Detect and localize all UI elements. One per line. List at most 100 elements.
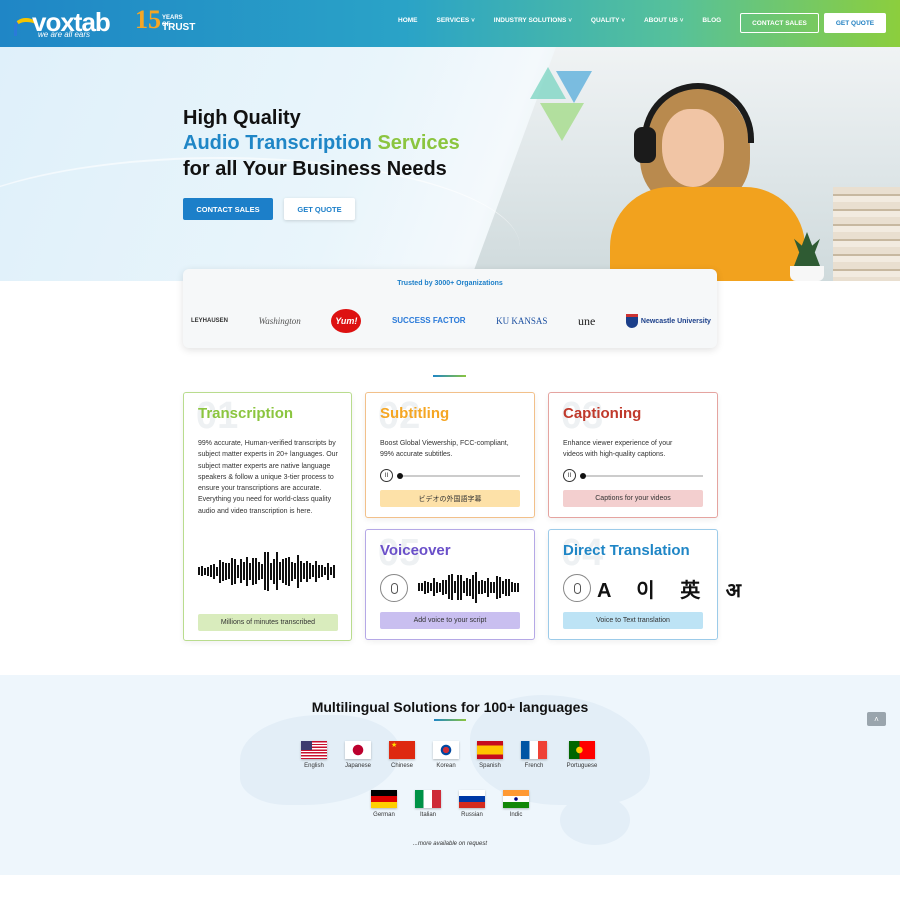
hero-woman-headphones-image <box>610 83 805 281</box>
card-tag: ビデオの外国語字幕 <box>380 490 520 507</box>
portugal-flag-icon <box>569 741 595 759</box>
progress-handle[interactable] <box>580 473 586 479</box>
main-menu: HOME SERVICES ˅ INDUSTRY SOLUTIONS ˅ QUALI… <box>398 17 740 24</box>
card-title: Transcription <box>198 405 294 422</box>
books-image <box>833 187 900 281</box>
scroll-to-top-button[interactable]: ˄ <box>867 712 886 726</box>
hero-get-quote-button[interactable]: GET QUOTE <box>284 198 355 220</box>
section-divider <box>434 719 466 721</box>
top-navbar: voxtab we are all ears 15 YEARS OF TRUST… <box>0 0 900 47</box>
trusted-organizations-panel: Trusted by 3000+ Organizations LEYHAUSEN… <box>183 269 717 348</box>
multilingual-title: Multilingual Solutions for 100+ language… <box>311 699 589 715</box>
china-flag-icon: ★ <box>389 741 415 759</box>
more-languages-note: ...more available on request <box>412 841 488 847</box>
chevron-up-icon: ˄ <box>874 714 879 724</box>
language-chinese: ★ Chinese <box>389 741 415 769</box>
microphone-icon <box>380 574 408 602</box>
hero-heading-highlight-green: Services <box>377 132 460 154</box>
voxtab-logo[interactable]: voxtab we are all ears <box>14 7 119 39</box>
service-card-direct-translation[interactable]: 04 Direct Translation A 이 英 अ Voice to T… <box>548 529 741 640</box>
france-flag-icon <box>521 741 547 759</box>
pause-icon[interactable]: II <box>380 469 393 482</box>
card-tag: Captions for your videos <box>563 490 703 507</box>
progress-handle[interactable] <box>397 473 403 479</box>
germany-flag-icon <box>371 790 397 808</box>
org-logo-une: une <box>578 313 596 328</box>
org-logo-yum: Yum! <box>331 309 362 333</box>
india-flag-icon <box>503 790 529 808</box>
audio-waveform-icon <box>198 551 335 591</box>
language-portuguese: Portuguese <box>562 741 602 769</box>
card-tag: Voice to Text translation <box>563 612 703 629</box>
chevron-down-icon: ˅ <box>471 18 475 24</box>
nav-get-quote-button[interactable]: GET QUOTE <box>824 13 886 33</box>
decor-triangle <box>540 103 584 141</box>
pause-icon[interactable]: II <box>563 469 576 482</box>
hero-contact-sales-button[interactable]: CONTACT SALES <box>183 198 273 220</box>
language-german: German <box>364 790 404 818</box>
card-title: Direct Translation <box>563 542 690 559</box>
section-divider <box>433 375 466 377</box>
hero-heading-line3: for all Your Business Needs <box>183 158 447 180</box>
spain-flag-icon <box>477 741 503 759</box>
audio-waveform-icon <box>418 570 519 604</box>
hero-heading-highlight: Audio Transcription <box>183 132 372 154</box>
hero-heading-line1: High Quality <box>183 107 301 129</box>
nav-industry-solutions[interactable]: INDUSTRY SOLUTIONS ˅ <box>494 17 572 24</box>
language-russian: Russian <box>452 790 492 818</box>
service-card-voiceover[interactable]: 05 Voiceover Add voice to your script <box>365 529 535 640</box>
progress-track[interactable] <box>402 475 520 477</box>
world-map-background <box>560 795 630 845</box>
decor-triangle <box>556 71 592 103</box>
nav-about-us[interactable]: ABOUT US ˅ <box>644 17 683 24</box>
card-title: Subtitling <box>380 405 450 422</box>
video-player-control[interactable]: II <box>380 469 520 483</box>
language-korean: Korean <box>426 741 466 769</box>
italy-flag-icon <box>415 790 441 808</box>
hero-section: High Quality Audio Transcription Service… <box>0 47 900 281</box>
years-of-trust-badge: 15 YEARS OF TRUST <box>135 5 195 37</box>
chevron-down-icon: ˅ <box>568 18 572 24</box>
service-card-transcription[interactable]: 01 Transcription 99% accurate, Human-ver… <box>183 392 352 641</box>
nav-blog[interactable]: BLOG <box>702 17 721 24</box>
service-card-subtitling[interactable]: 02 Subtitling Boost Global Viewership, F… <box>365 392 535 518</box>
korea-flag-icon <box>433 741 459 759</box>
card-description: Enhance viewer experience of your videos… <box>563 440 673 459</box>
hero-heading-line2: Audio Transcription Services <box>183 132 460 155</box>
language-indic: Indic <box>496 790 536 818</box>
org-logos: LEYHAUSEN Washington Yum! SUCCESS FACTOR… <box>191 306 711 336</box>
chevron-down-icon: ˅ <box>679 18 684 24</box>
card-title: Captioning <box>563 405 642 422</box>
video-player-control[interactable]: II <box>563 469 703 483</box>
org-logo-leyhausen: LEYHAUSEN <box>191 317 229 324</box>
nav-contact-sales-button[interactable]: CONTACT SALES <box>740 13 819 33</box>
nav-services[interactable]: SERVICES ˅ <box>437 17 475 24</box>
japan-flag-icon <box>345 741 371 759</box>
language-glyphs: A 이 英 अ <box>597 580 752 602</box>
language-spanish: Spanish <box>470 741 510 769</box>
card-tag: Millions of minutes transcribed <box>198 614 338 631</box>
badge-trust-label: TRUST <box>162 22 196 33</box>
language-english: English <box>294 741 334 769</box>
multilingual-section: Multilingual Solutions for 100+ language… <box>0 675 900 875</box>
shield-icon <box>625 314 638 328</box>
russia-flag-icon <box>459 790 485 808</box>
microphone-icon <box>563 574 591 602</box>
nav-home[interactable]: HOME <box>398 17 418 24</box>
us-flag-icon <box>301 741 327 759</box>
plant-image <box>784 232 829 281</box>
logo-tagline: we are all ears <box>38 30 91 39</box>
service-card-captioning[interactable]: 03 Captioning Enhance viewer experience … <box>548 392 718 518</box>
org-logo-newcastle: Newcastle University <box>625 314 711 328</box>
card-description: Boost Global Viewership, FCC-compliant, … <box>380 440 509 459</box>
language-japanese: Japanese <box>338 741 378 769</box>
card-tag: Add voice to your script <box>380 612 520 629</box>
language-french: French <box>514 741 554 769</box>
card-description: 99% accurate, Human-verified transcripts… <box>198 440 338 515</box>
progress-track[interactable] <box>585 475 703 477</box>
org-logo-washington: Washington <box>258 315 301 326</box>
trusted-title: Trusted by 3000+ Organizations <box>397 280 503 287</box>
org-logo-success-factor: SUCCESS FACTOR <box>391 316 466 325</box>
nav-quality[interactable]: QUALITY ˅ <box>591 17 625 24</box>
card-title: Voiceover <box>380 542 451 559</box>
